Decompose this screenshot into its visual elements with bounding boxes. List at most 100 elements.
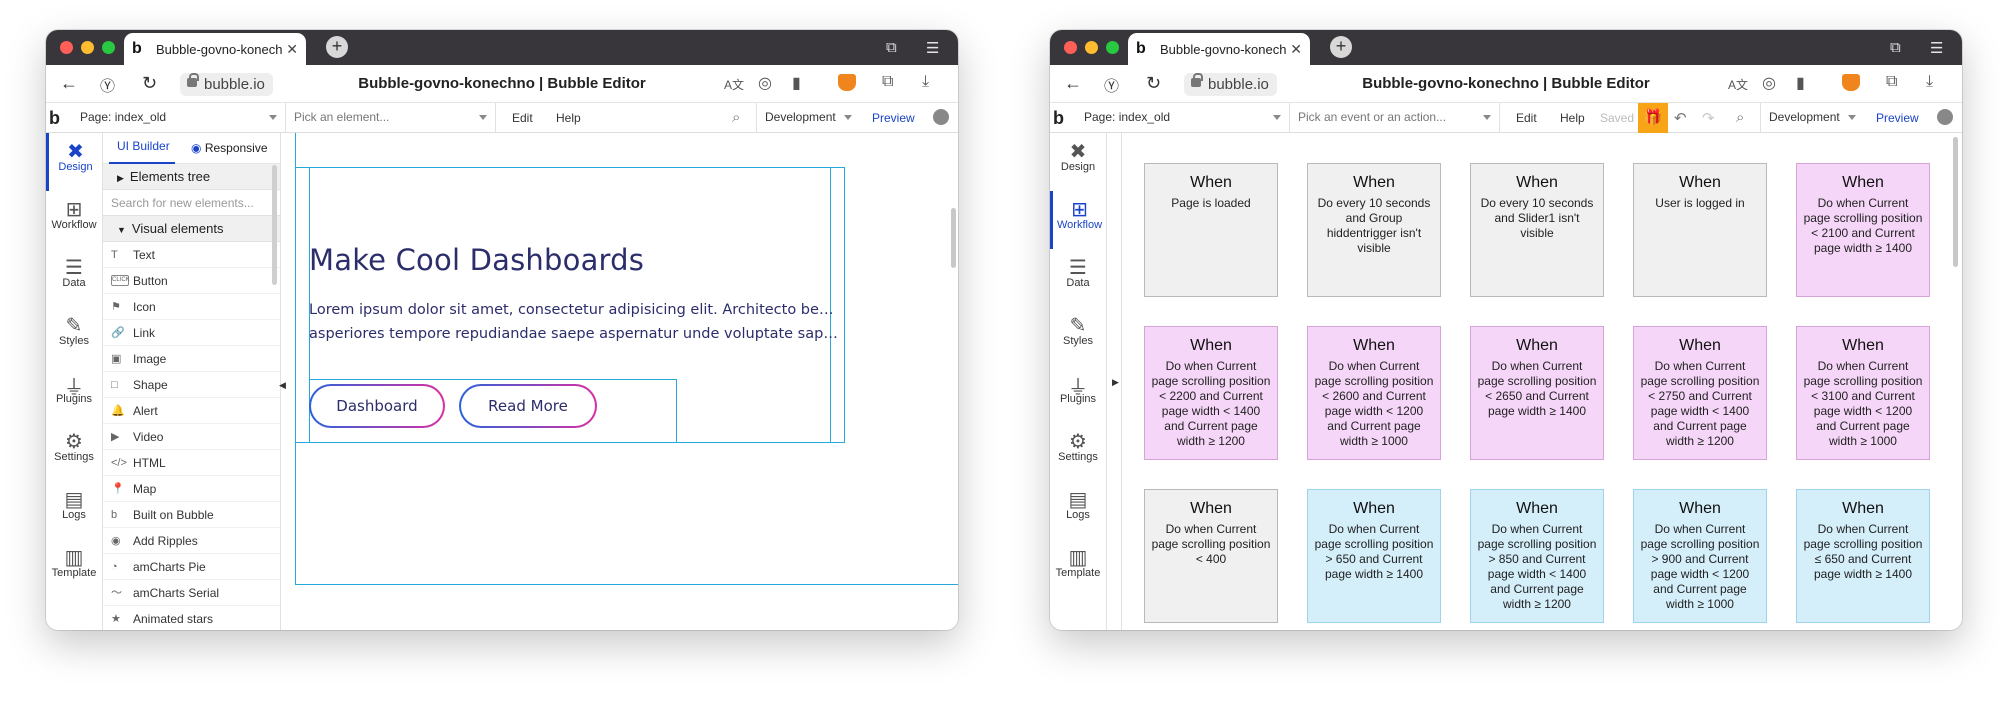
workflow-event-card[interactable]: When Do when Current page scrolling posit… bbox=[1796, 163, 1930, 297]
reader-icon[interactable]: ◎ bbox=[1762, 73, 1776, 93]
tab-collections-icon[interactable]: ⧉ bbox=[1890, 39, 1901, 56]
new-tab-button[interactable]: + bbox=[326, 36, 348, 58]
preview-link[interactable]: Preview bbox=[872, 111, 915, 125]
translate-icon[interactable]: A文 bbox=[724, 76, 744, 93]
download-icon[interactable]: ⤓ bbox=[922, 73, 929, 91]
bubble-logo-icon[interactable]: b bbox=[1053, 108, 1064, 129]
workflow-event-card[interactable]: When Do when Current page scrolling posit… bbox=[1307, 326, 1441, 460]
workflow-event-card[interactable]: When Do when Current page scrolling posit… bbox=[1796, 489, 1930, 623]
hero-title[interactable]: Make Cool Dashboards bbox=[309, 243, 644, 277]
help-menu[interactable]: Help bbox=[1560, 111, 1585, 125]
nav-settings[interactable]: ⚙ Settings bbox=[46, 423, 102, 481]
metamask-fox-icon[interactable] bbox=[1842, 74, 1860, 91]
help-menu[interactable]: Help bbox=[556, 111, 581, 125]
element-item[interactable]: ⚑ Icon bbox=[103, 294, 280, 320]
tab-collections-icon[interactable]: ⧉ bbox=[886, 39, 897, 56]
workflow-event-card[interactable]: When Do every 10 seconds and Group hidden… bbox=[1307, 163, 1441, 297]
element-item[interactable]: ◉ Add Ripples bbox=[103, 528, 280, 554]
metamask-fox-icon[interactable] bbox=[838, 74, 856, 91]
yandex-icon[interactable]: Ⓨ bbox=[1104, 75, 1119, 96]
tab-ui-builder[interactable]: UI Builder bbox=[117, 139, 170, 153]
visual-elements-toggle[interactable]: ▼ Visual elements bbox=[103, 216, 280, 242]
reload-icon[interactable]: ↻ bbox=[142, 73, 157, 94]
gift-icon[interactable]: 🎁 bbox=[1638, 103, 1668, 133]
browser-tab[interactable]: b Bubble-govno-konechno ✕ bbox=[1128, 33, 1310, 65]
back-arrow-icon[interactable]: ← bbox=[1064, 73, 1082, 94]
nav-logs[interactable]: ▤ Logs bbox=[1050, 481, 1106, 539]
canvas-scrollbar[interactable] bbox=[1953, 137, 1958, 267]
workflow-event-card[interactable]: When Do when Current page scrolling posit… bbox=[1470, 489, 1604, 623]
tab-responsive[interactable]: ◉ Responsive bbox=[191, 141, 268, 155]
nav-data[interactable]: ☰ Data bbox=[46, 249, 102, 307]
reader-icon[interactable]: ◎ bbox=[758, 73, 772, 93]
nav-settings[interactable]: ⚙ Settings bbox=[1050, 423, 1106, 481]
tab-close-icon[interactable]: ✕ bbox=[1290, 41, 1302, 58]
element-item[interactable]: □ Shape bbox=[103, 372, 280, 398]
elements-tree-toggle[interactable]: ▶ Elements tree bbox=[103, 164, 280, 190]
workflow-canvas[interactable]: ▶ When Page is loaded When Do every 10 seco… bbox=[1107, 133, 1962, 630]
element-item[interactable]: ◔ amCharts Pie bbox=[103, 554, 280, 580]
zoom-window-button[interactable] bbox=[102, 41, 115, 54]
nav-logs[interactable]: ▤ Logs bbox=[46, 481, 102, 539]
element-item[interactable]: ▶ Video bbox=[103, 424, 280, 450]
read-more-button[interactable]: Read More bbox=[459, 384, 597, 428]
element-item[interactable]: 📍 Map bbox=[103, 476, 280, 502]
bookmark-icon[interactable]: ▮ bbox=[792, 73, 801, 93]
nav-template[interactable]: ▥ Template bbox=[1050, 539, 1106, 597]
panel-scrollbar[interactable] bbox=[272, 165, 277, 285]
environment-selector[interactable]: Development bbox=[1760, 103, 1864, 132]
element-item[interactable]: 🔗 Link bbox=[103, 320, 280, 346]
download-icon[interactable]: ⤓ bbox=[1926, 73, 1933, 91]
workflow-event-card[interactable]: When Do when Current page scrolling posit… bbox=[1470, 326, 1604, 460]
browser-tab[interactable]: b Bubble-govno-konechno ✕ bbox=[124, 33, 306, 65]
preview-link[interactable]: Preview bbox=[1876, 111, 1919, 125]
environment-selector[interactable]: Development bbox=[756, 103, 860, 132]
element-item[interactable]: ★ Animated stars bbox=[103, 606, 280, 630]
extensions-icon[interactable]: ⧉ bbox=[882, 73, 893, 91]
collapse-panel-icon[interactable]: ◀ bbox=[279, 380, 286, 391]
expand-panel-icon[interactable]: ▶ bbox=[1112, 377, 1119, 388]
workflow-event-card[interactable]: When Do every 10 seconds and Slider1 isn'… bbox=[1470, 163, 1604, 297]
dashboard-button[interactable]: Dashboard bbox=[309, 384, 445, 428]
close-window-button[interactable] bbox=[60, 41, 73, 54]
element-item[interactable]: </> HTML bbox=[103, 450, 280, 476]
workflow-event-card[interactable]: When Do when Current page scrolling posit… bbox=[1633, 489, 1767, 623]
reload-icon[interactable]: ↻ bbox=[1146, 73, 1161, 94]
workflow-event-card[interactable]: When Do when Current page scrolling posit… bbox=[1796, 326, 1930, 460]
yandex-icon[interactable]: Ⓨ bbox=[100, 75, 115, 96]
element-item[interactable]: T Text bbox=[103, 242, 280, 268]
minimize-window-button[interactable] bbox=[1085, 41, 1098, 54]
workflow-event-card[interactable]: When User is logged in bbox=[1633, 163, 1767, 297]
event-action-picker[interactable]: Pick an event or an action... bbox=[1290, 103, 1500, 132]
nav-template[interactable]: ▥ Template bbox=[46, 539, 102, 597]
workflow-event-card[interactable]: When Do when Current page scrolling posit… bbox=[1633, 326, 1767, 460]
edit-menu[interactable]: Edit bbox=[1516, 111, 1537, 125]
tab-close-icon[interactable]: ✕ bbox=[286, 41, 298, 58]
browser-menu-icon[interactable]: ☰ bbox=[1930, 39, 1943, 57]
nav-styles[interactable]: ✎ Styles bbox=[46, 307, 102, 365]
undo-icon[interactable]: ↶ bbox=[1674, 109, 1687, 127]
search-icon[interactable]: ⌕ bbox=[1736, 109, 1744, 126]
back-arrow-icon[interactable]: ← bbox=[60, 73, 78, 94]
nav-styles[interactable]: ✎ Styles bbox=[1050, 307, 1106, 365]
minimize-window-button[interactable] bbox=[81, 41, 94, 54]
nav-plugins[interactable]: ⏚ Plugins bbox=[46, 365, 102, 423]
element-item[interactable]: CLICK Button bbox=[103, 268, 280, 294]
translate-icon[interactable]: A文 bbox=[1728, 76, 1748, 93]
nav-design[interactable]: ✖ Design bbox=[46, 133, 102, 191]
browser-menu-icon[interactable]: ☰ bbox=[926, 39, 939, 57]
account-avatar[interactable] bbox=[933, 109, 949, 125]
redo-icon[interactable]: ↷ bbox=[1702, 109, 1715, 127]
account-avatar[interactable] bbox=[1937, 109, 1953, 125]
nav-data[interactable]: ☰ Data bbox=[1050, 249, 1106, 307]
url-field[interactable]: bubble.io bbox=[180, 73, 273, 96]
search-icon[interactable]: ⌕ bbox=[732, 109, 740, 126]
workflow-event-card[interactable]: When Do when Current page scrolling posit… bbox=[1144, 326, 1278, 460]
page-selector[interactable]: Page: index_old bbox=[72, 103, 286, 132]
bookmark-icon[interactable]: ▮ bbox=[1796, 73, 1805, 93]
workflow-event-card[interactable]: When Do when Current page scrolling posit… bbox=[1144, 489, 1278, 623]
nav-workflow[interactable]: ⊞ Workflow bbox=[1050, 191, 1106, 249]
nav-plugins[interactable]: ⏚ Plugins bbox=[1050, 365, 1106, 423]
nav-design[interactable]: ✖ Design bbox=[1050, 133, 1106, 191]
page-selector[interactable]: Page: index_old bbox=[1076, 103, 1290, 132]
